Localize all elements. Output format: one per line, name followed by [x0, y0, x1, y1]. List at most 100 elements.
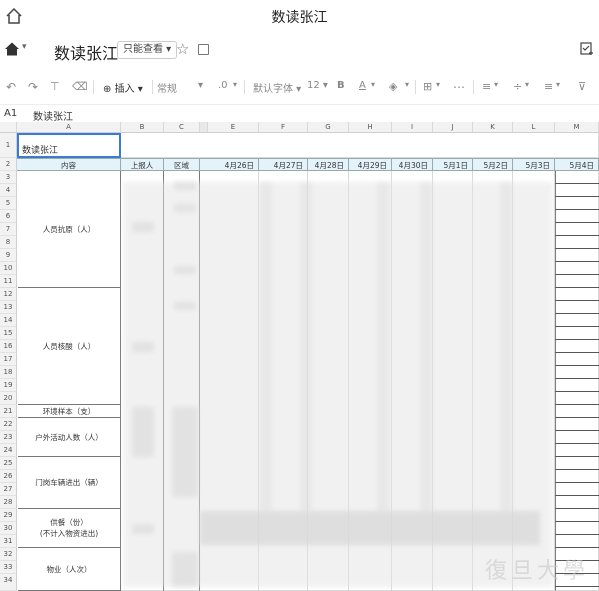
fill-color-icon[interactable]: ◈	[389, 80, 397, 93]
header-date[interactable]: 5月2日	[473, 158, 513, 171]
vertical-align-icon[interactable]: ÷	[513, 80, 522, 93]
column-header[interactable]: B	[121, 122, 164, 133]
row-header[interactable]: 13	[0, 301, 17, 314]
row-header[interactable]: 14	[0, 314, 17, 327]
group-label[interactable]: 人员核酸（人）	[18, 288, 121, 405]
column-header[interactable]: F	[259, 122, 308, 133]
row-header[interactable]: 15	[0, 327, 17, 340]
header-date[interactable]: 4月26日	[200, 158, 259, 171]
header-date[interactable]: 4月29日	[349, 158, 392, 171]
number-format-select[interactable]: 常规	[157, 80, 177, 95]
column-header[interactable]: G	[308, 122, 349, 133]
chevron-down-icon[interactable]: ▾	[233, 80, 237, 89]
decimal-button[interactable]: .0	[218, 80, 228, 91]
format-painter-icon[interactable]: ⊤	[50, 80, 60, 93]
row-header[interactable]: 17	[0, 353, 17, 366]
chevron-down-icon[interactable]: ▾	[436, 80, 440, 89]
header-c[interactable]: 区域	[164, 158, 200, 171]
chevron-down-icon[interactable]: ▾	[525, 80, 529, 89]
chevron-down-icon[interactable]: ▾	[494, 80, 498, 89]
font-color-button[interactable]: A	[359, 80, 366, 91]
row-header[interactable]: 18	[0, 366, 17, 379]
group-label[interactable]: 门岗车辆进出（辆）	[18, 457, 121, 509]
row-header[interactable]: 11	[0, 275, 17, 288]
hidden-columns-marker[interactable]	[200, 122, 208, 133]
header-content[interactable]: 内容	[17, 158, 121, 171]
row-header[interactable]: 26	[0, 470, 17, 483]
border-icon[interactable]: ⊞	[423, 80, 432, 93]
row-header[interactable]: 19	[0, 379, 17, 392]
row-header[interactable]: 25	[0, 457, 17, 470]
row-header[interactable]: 3	[0, 171, 17, 184]
row-header[interactable]: 6	[0, 210, 17, 223]
column-header[interactable]: L	[513, 122, 555, 133]
row-1-cells[interactable]	[121, 133, 599, 158]
row-header[interactable]: 31	[0, 535, 17, 548]
comment-icon[interactable]	[198, 44, 209, 55]
column-header[interactable]: H	[349, 122, 392, 133]
bold-button[interactable]: B	[337, 80, 345, 91]
header-date[interactable]: 5月1日	[433, 158, 473, 171]
header-date[interactable]: 4月27日	[259, 158, 308, 171]
group-label[interactable]: 供餐（份） (不计入物资进出)	[18, 509, 121, 548]
row-header[interactable]: 34	[0, 574, 17, 591]
clear-format-icon[interactable]: ⌫	[72, 80, 88, 93]
star-icon[interactable]: ☆	[176, 40, 189, 58]
column-header[interactable]: E	[208, 122, 259, 133]
font-size-select[interactable]: 12 ▾	[307, 80, 328, 91]
row-header[interactable]: 20	[0, 392, 17, 405]
row-header[interactable]: 30	[0, 522, 17, 535]
row-header[interactable]: 1	[0, 133, 17, 158]
row-header[interactable]: 2	[0, 158, 17, 171]
cell-reference[interactable]: A1	[4, 108, 17, 119]
row-header[interactable]: 33	[0, 561, 17, 574]
wrap-text-icon[interactable]: ≡	[544, 80, 553, 93]
row-header[interactable]: 8	[0, 236, 17, 249]
cell-a1[interactable]: 数读张江	[17, 133, 121, 158]
row-header[interactable]: 9	[0, 249, 17, 262]
formula-input[interactable]: 数读张江	[33, 108, 73, 123]
align-left-icon[interactable]: ≡	[482, 80, 491, 93]
row-header[interactable]: 21	[0, 405, 17, 418]
undo-icon[interactable]: ↶	[6, 80, 16, 94]
chevron-down-icon[interactable]: ▾	[405, 80, 409, 89]
header-date[interactable]: 5月4日	[555, 158, 599, 171]
column-header[interactable]: A	[17, 122, 121, 133]
group-label[interactable]: 人员抗原（人）	[18, 171, 121, 288]
more-icon[interactable]: ⋯	[453, 80, 465, 94]
row-header[interactable]: 24	[0, 444, 17, 457]
column-header[interactable]: K	[473, 122, 513, 133]
chevron-down-icon[interactable]: ▾	[198, 80, 203, 91]
header-date[interactable]: 4月30日	[392, 158, 433, 171]
row-header[interactable]: 7	[0, 223, 17, 236]
group-label[interactable]: 环境样本（支）	[18, 405, 121, 418]
row-header[interactable]: 29	[0, 509, 17, 522]
group-label[interactable]: 物业（人次）	[18, 548, 121, 591]
header-date[interactable]: 4月28日	[308, 158, 349, 171]
column-header[interactable]: M	[555, 122, 599, 133]
header-reporter[interactable]: 上报人	[121, 158, 164, 171]
row-header[interactable]: 10	[0, 262, 17, 275]
group-label[interactable]: 户外活动人数（人）	[18, 418, 121, 457]
redo-icon[interactable]: ↷	[28, 80, 38, 94]
chevron-down-icon[interactable]: ▾	[22, 42, 27, 52]
row-header[interactable]: 12	[0, 288, 17, 301]
row-header[interactable]: 27	[0, 483, 17, 496]
select-all-corner[interactable]	[0, 122, 17, 133]
insert-button[interactable]: ⊕ 插入 ▾	[103, 80, 143, 95]
header-date[interactable]: 5月3日	[513, 158, 555, 171]
export-icon[interactable]	[580, 41, 595, 56]
row-header[interactable]: 23	[0, 431, 17, 444]
chevron-down-icon[interactable]: ▾	[556, 80, 560, 89]
font-family-select[interactable]: 默认字体 ▾	[253, 80, 301, 95]
row-header[interactable]: 32	[0, 548, 17, 561]
column-header[interactable]: I	[392, 122, 433, 133]
view-mode-dropdown[interactable]: 只能查看 ▾	[117, 41, 178, 59]
row-header[interactable]: 4	[0, 184, 17, 197]
column-header[interactable]: C	[164, 122, 200, 133]
filter-icon[interactable]: ⊽	[578, 80, 586, 93]
row-header[interactable]: 28	[0, 496, 17, 509]
row-header[interactable]: 16	[0, 340, 17, 353]
house-icon[interactable]	[4, 41, 20, 57]
row-header[interactable]: 5	[0, 197, 17, 210]
